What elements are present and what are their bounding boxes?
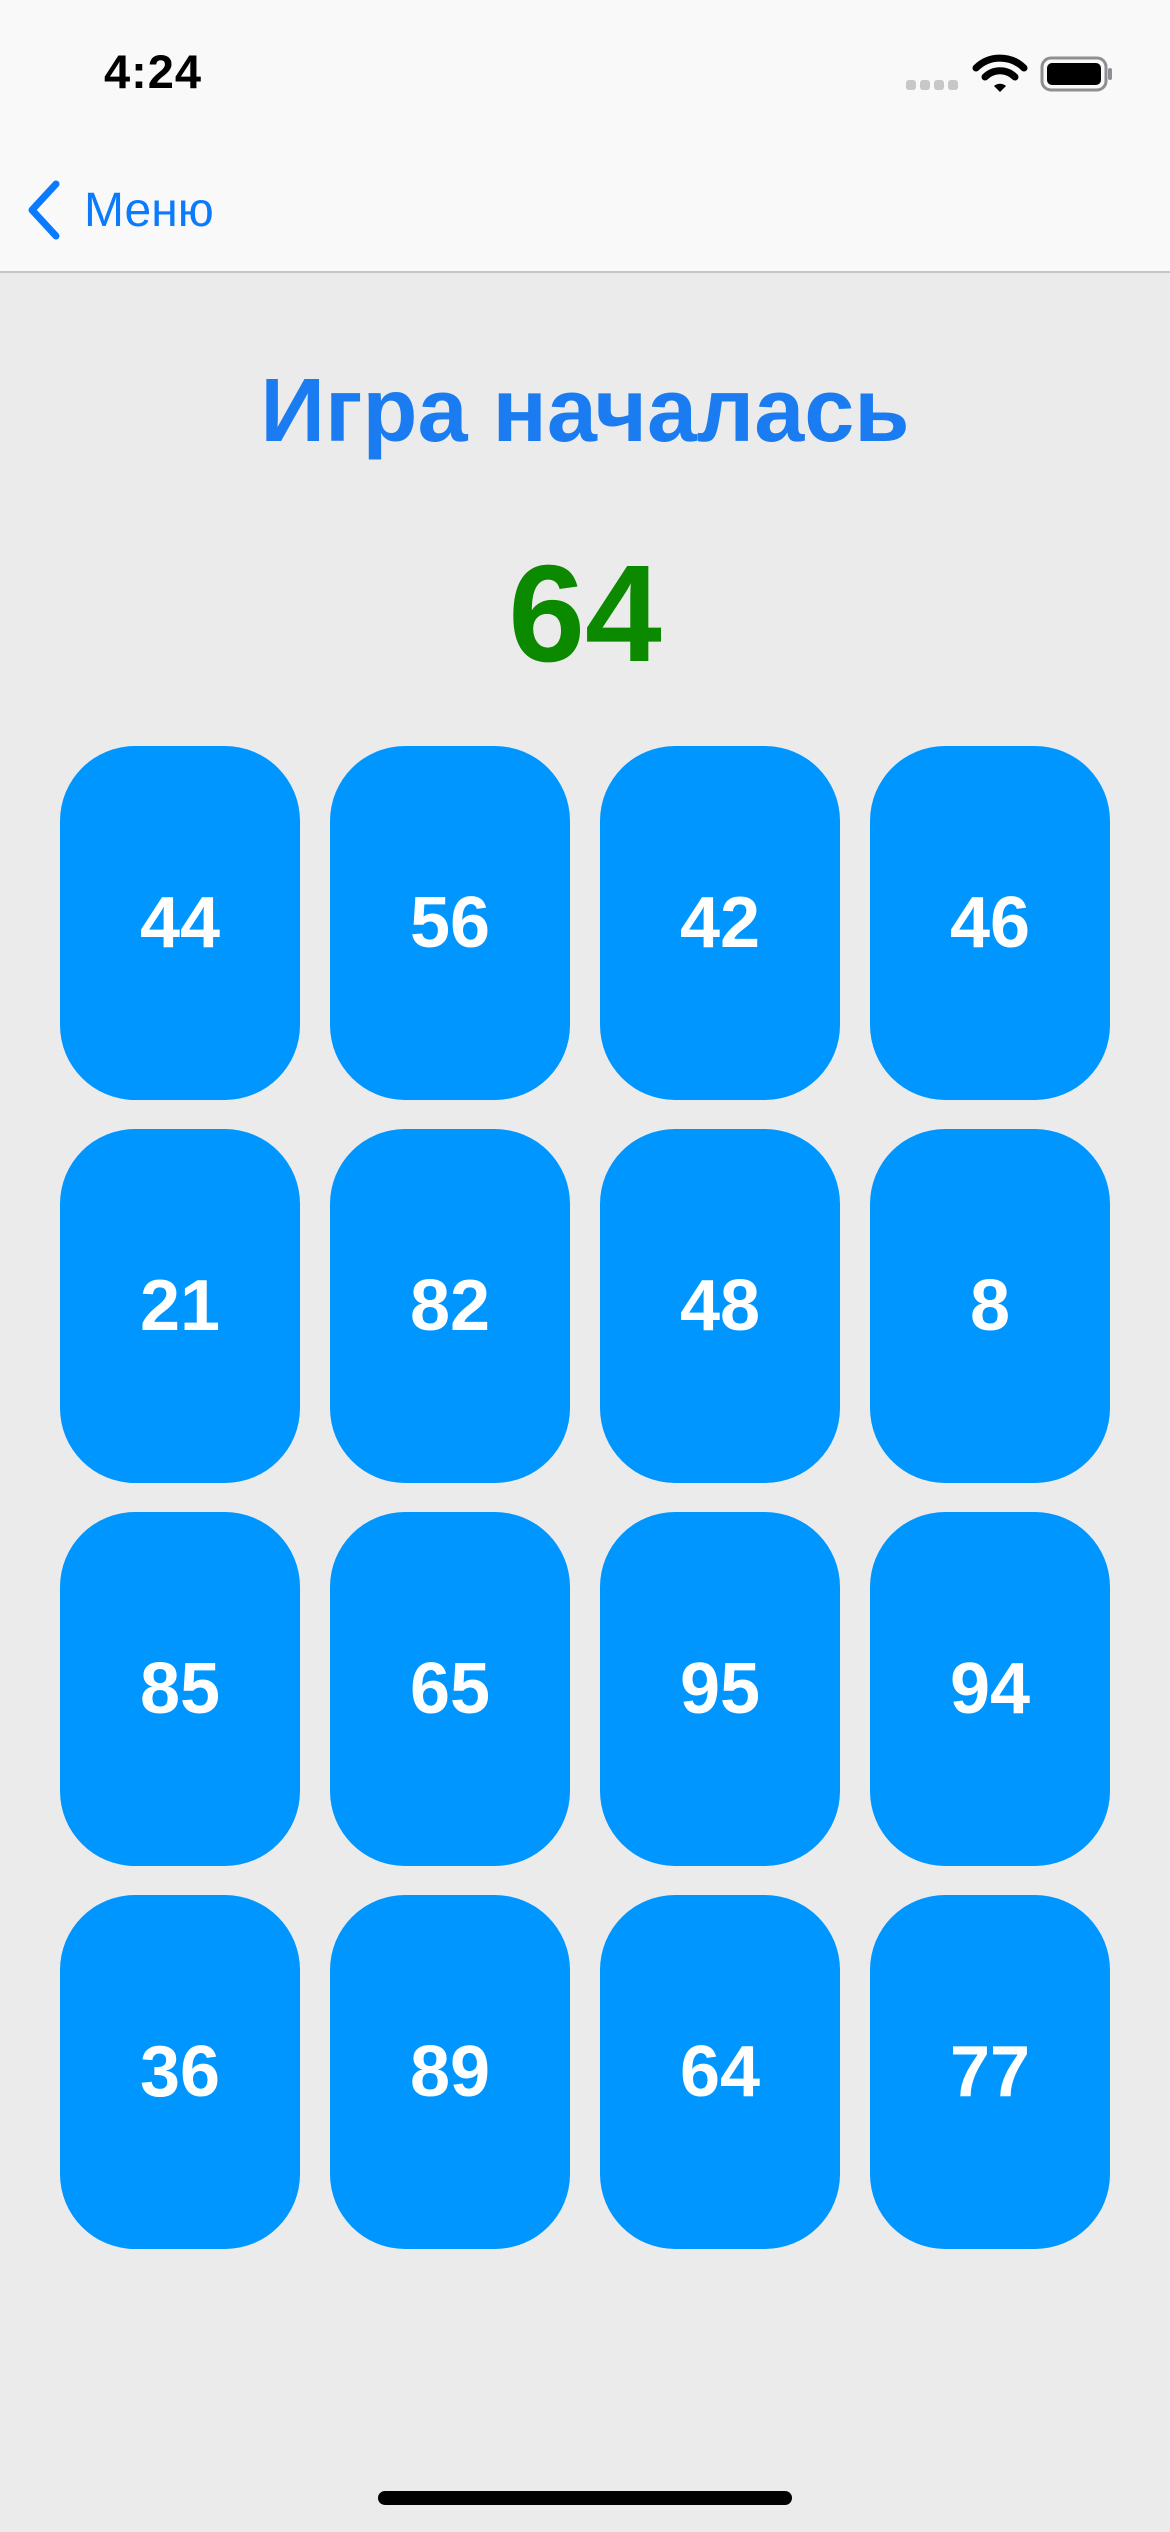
chevron-left-icon — [28, 180, 60, 240]
home-indicator[interactable] — [378, 2491, 792, 2505]
number-card[interactable]: 64 — [600, 1895, 840, 2249]
number-card[interactable]: 8 — [870, 1129, 1110, 1483]
cellular-signal-icon — [906, 80, 960, 92]
number-card[interactable]: 36 — [60, 1895, 300, 2249]
target-number: 64 — [508, 537, 662, 691]
number-card[interactable]: 21 — [60, 1129, 300, 1483]
status-bar: 4:24 — [0, 0, 1170, 150]
navigation-bar: Меню — [0, 160, 1170, 260]
battery-icon — [1040, 56, 1112, 92]
number-card[interactable]: 65 — [330, 1512, 570, 1866]
number-card[interactable]: 94 — [870, 1512, 1110, 1866]
number-card[interactable]: 89 — [330, 1895, 570, 2249]
number-card[interactable]: 82 — [330, 1129, 570, 1483]
number-card[interactable]: 77 — [870, 1895, 1110, 2249]
top-bar-area: 4:24 Меню — [0, 0, 1170, 273]
game-title: Игра началась — [260, 361, 910, 461]
number-card[interactable]: 85 — [60, 1512, 300, 1866]
back-button[interactable]: Меню — [24, 172, 214, 248]
wifi-icon — [972, 54, 1028, 92]
status-time: 4:24 — [104, 45, 203, 98]
number-grid: 44 56 42 46 21 82 48 8 85 65 95 94 36 89… — [60, 746, 1110, 2249]
back-button-label: Меню — [84, 183, 214, 237]
number-card[interactable]: 44 — [60, 746, 300, 1100]
number-card[interactable]: 95 — [600, 1512, 840, 1866]
number-card[interactable]: 48 — [600, 1129, 840, 1483]
number-card[interactable]: 56 — [330, 746, 570, 1100]
number-card[interactable]: 42 — [600, 746, 840, 1100]
number-card[interactable]: 46 — [870, 746, 1110, 1100]
